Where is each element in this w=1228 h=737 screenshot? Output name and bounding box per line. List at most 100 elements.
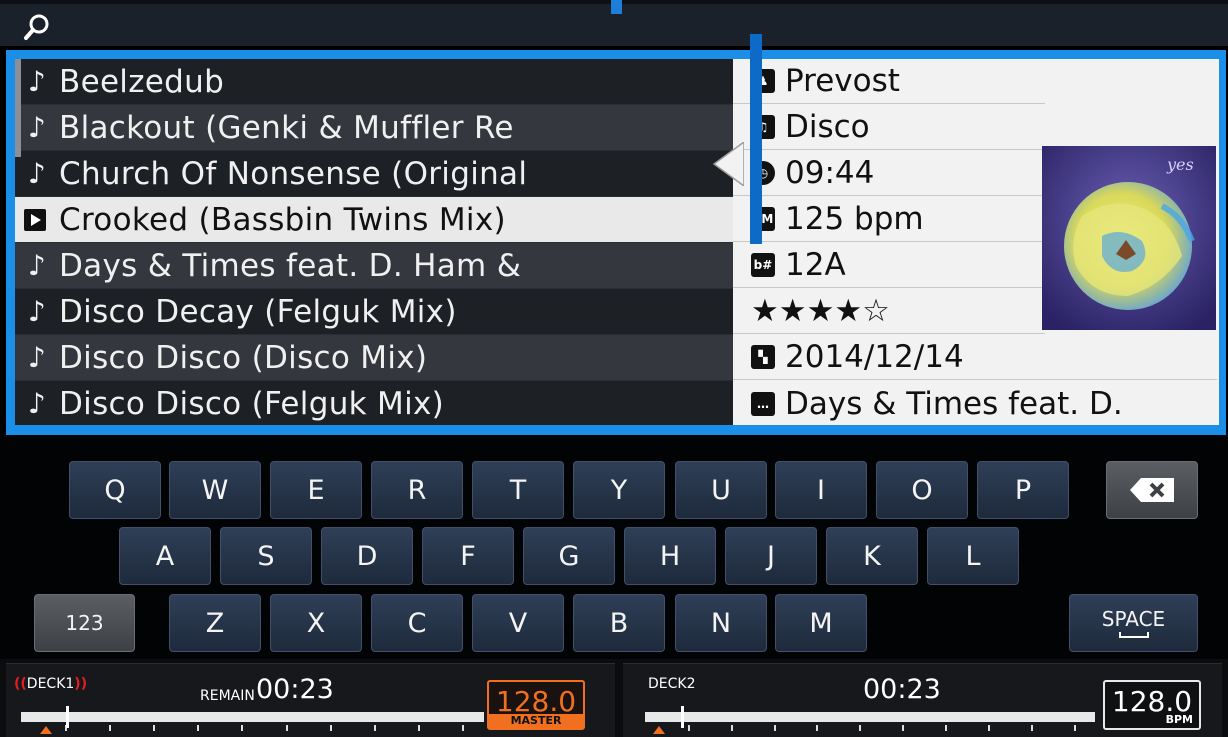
list-item[interactable]: ♪ Blackout (Genki & Muffler Re — [15, 105, 733, 150]
list-item[interactable]: ♪ Disco Disco (Disco Mix) — [15, 335, 733, 380]
info-date: ▚ 2014/12/14 — [733, 335, 1217, 380]
track-title: Disco Disco (Disco Mix) — [59, 339, 428, 376]
deck2-label: DECK2 — [648, 676, 696, 692]
key-o[interactable]: O — [876, 461, 968, 519]
progress-ticks — [21, 725, 484, 731]
key-z[interactable]: Z — [169, 594, 261, 652]
key-g[interactable]: G — [523, 527, 615, 585]
track-title: Blackout (Genki & Muffler Re — [59, 109, 514, 146]
key-i[interactable]: I — [775, 461, 867, 519]
rating-stars: ★★★★☆ — [751, 293, 890, 329]
date-value: 2014/12/14 — [785, 339, 964, 375]
key-d[interactable]: D — [321, 527, 413, 585]
numbers-button[interactable]: 123 — [34, 594, 135, 652]
comment-icon: … — [751, 391, 775, 416]
progress-tick — [1073, 725, 1076, 731]
key-a[interactable]: A — [119, 527, 211, 585]
progress-tick — [859, 725, 862, 731]
progress-tick — [461, 725, 464, 731]
list-item-selected[interactable]: Crooked (Bassbin Twins Mix) — [15, 197, 733, 242]
deck1-progress[interactable] — [21, 712, 484, 731]
key-t[interactable]: T — [472, 461, 564, 519]
deck1-bpm-box: 128.0 MASTER — [487, 680, 585, 730]
track-title: Crooked (Bassbin Twins Mix) — [59, 201, 506, 238]
key-q[interactable]: Q — [69, 461, 161, 519]
key-c[interactable]: C — [371, 594, 463, 652]
key-j[interactable]: J — [725, 527, 817, 585]
progress-tick — [373, 725, 376, 731]
key-h[interactable]: H — [624, 527, 716, 585]
key-v[interactable]: V — [472, 594, 564, 652]
progress-tick — [329, 725, 332, 731]
date-icon: ▚ — [751, 345, 775, 369]
deck2-progress[interactable] — [645, 712, 1095, 731]
deck2-panel: DECK2 00:23 128.0 BPM — [623, 663, 1222, 737]
music-note-icon: ♪ — [27, 111, 47, 144]
key-f[interactable]: F — [422, 527, 514, 585]
key-e[interactable]: E — [270, 461, 362, 519]
music-note-icon: ♪ — [27, 387, 47, 420]
list-item[interactable]: ♪ Disco Decay (Felguk Mix) — [15, 289, 733, 334]
artist-value: Prevost — [785, 63, 900, 99]
music-note-icon: ♪ — [27, 249, 47, 282]
deck2-bpm-box: 128.0 BPM — [1103, 680, 1201, 730]
info-artist: ♟ Prevost — [733, 59, 1045, 104]
remain-label: REMAIN — [200, 688, 255, 704]
key-icon: b# — [751, 253, 775, 277]
list-item[interactable]: ♪ Church Of Nonsense (Original — [15, 151, 733, 196]
key-u[interactable]: U — [675, 461, 767, 519]
key-r[interactable]: R — [371, 461, 463, 519]
on-screen-keyboard: Q W E R T Y U I O P A S D F G H J K L 12… — [0, 437, 1228, 659]
progress-tick — [153, 725, 156, 731]
svg-text:yes: yes — [1166, 155, 1194, 174]
key-w[interactable]: W — [169, 461, 261, 519]
bpm-value: 125 bpm — [785, 201, 924, 237]
cue-marker-icon — [653, 726, 665, 734]
progress-tick — [285, 725, 288, 731]
focus-marker — [611, 0, 622, 14]
info-genre: ♫ Disco — [733, 105, 1045, 150]
key-x[interactable]: X — [270, 594, 362, 652]
progress-tick — [902, 725, 905, 731]
master-badge: MASTER — [489, 714, 583, 728]
space-icon — [1118, 632, 1149, 638]
key-l[interactable]: L — [927, 527, 1019, 585]
space-button[interactable]: SPACE — [1069, 594, 1198, 652]
info-comment: … Days & Times feat. D. — [733, 381, 1217, 426]
selection-arrow-icon — [712, 142, 744, 186]
key-n[interactable]: N — [675, 594, 767, 652]
search-icon[interactable] — [22, 12, 52, 42]
list-item[interactable]: ♪ Beelzedub — [15, 59, 733, 104]
track-list[interactable]: ♪ Beelzedub ♪ Blackout (Genki & Muffler … — [15, 59, 733, 425]
track-title: Church Of Nonsense (Original — [59, 155, 528, 192]
list-scrollbar[interactable] — [15, 59, 21, 157]
progress-tick — [816, 725, 819, 731]
backspace-icon — [1130, 478, 1174, 502]
progress-tick — [773, 725, 776, 731]
progress-tick — [1030, 725, 1033, 731]
cue-marker-icon — [40, 726, 52, 734]
progress-tick — [197, 725, 200, 731]
backspace-button[interactable] — [1106, 461, 1198, 519]
album-art: yes — [1042, 146, 1216, 330]
key-p[interactable]: P — [977, 461, 1069, 519]
genre-value: Disco — [785, 109, 870, 145]
deck1-time: 00:23 — [256, 674, 334, 705]
key-s[interactable]: S — [220, 527, 312, 585]
list-item[interactable]: ♪ Days & Times feat. D. Ham & — [15, 243, 733, 288]
progress-ticks — [645, 725, 1095, 731]
key-m[interactable]: M — [775, 594, 867, 652]
deck1-panel: ((DECK1)) REMAIN 00:23 128.0 MASTER — [6, 663, 615, 737]
list-item[interactable]: ♪ Disco Disco (Felguk Mix) — [15, 381, 733, 425]
track-title: Beelzedub — [59, 63, 225, 100]
key-y[interactable]: Y — [573, 461, 665, 519]
deck-status-bar: ((DECK1)) REMAIN 00:23 128.0 MASTER DECK… — [0, 659, 1228, 737]
progress-tick — [730, 725, 733, 731]
key-k[interactable]: K — [826, 527, 918, 585]
info-bpm: PM 125 bpm — [733, 197, 1045, 242]
playhead — [66, 706, 69, 728]
progress-tick — [241, 725, 244, 731]
key-b[interactable]: B — [573, 594, 665, 652]
progress-tick — [687, 725, 690, 731]
info-rating: ★★★★☆ — [733, 289, 1045, 334]
